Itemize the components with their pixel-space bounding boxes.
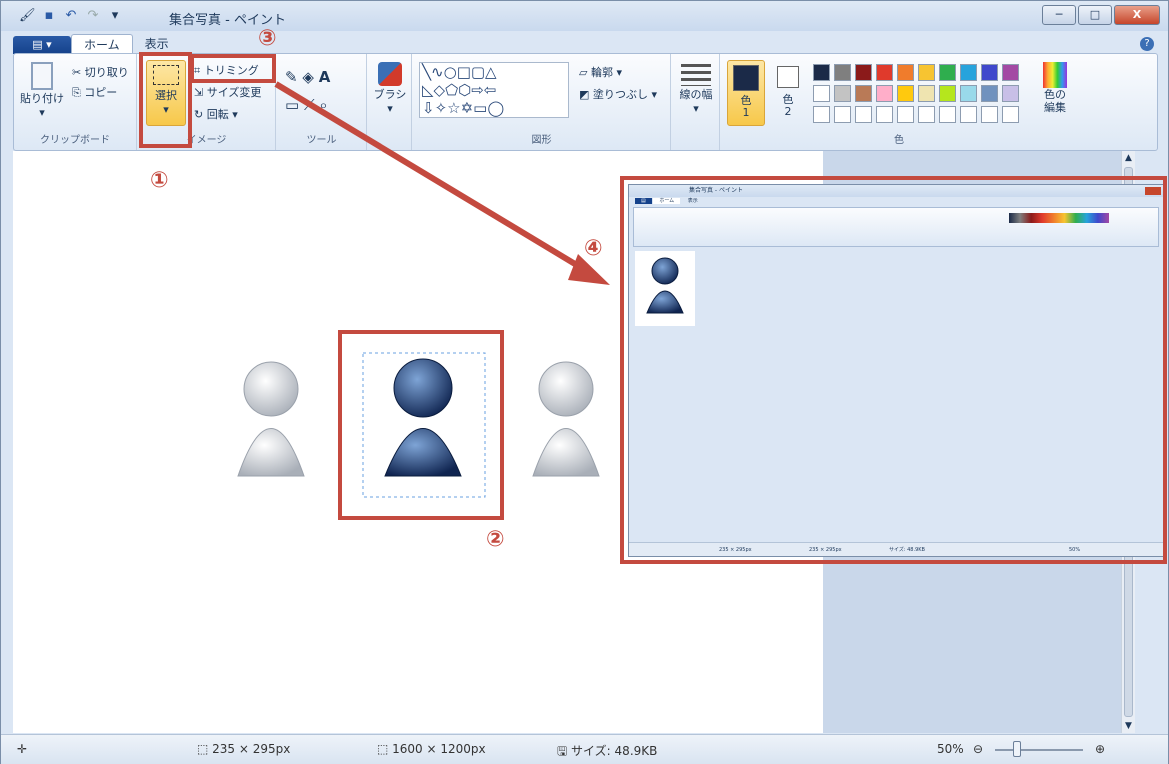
- annotation-number-2: ②: [486, 527, 505, 552]
- annotation-number-4: ④: [584, 236, 603, 261]
- annotation-number-3: ③: [258, 26, 277, 51]
- annotation-number-1: ①: [150, 168, 169, 193]
- annotation-arrow: [274, 81, 610, 285]
